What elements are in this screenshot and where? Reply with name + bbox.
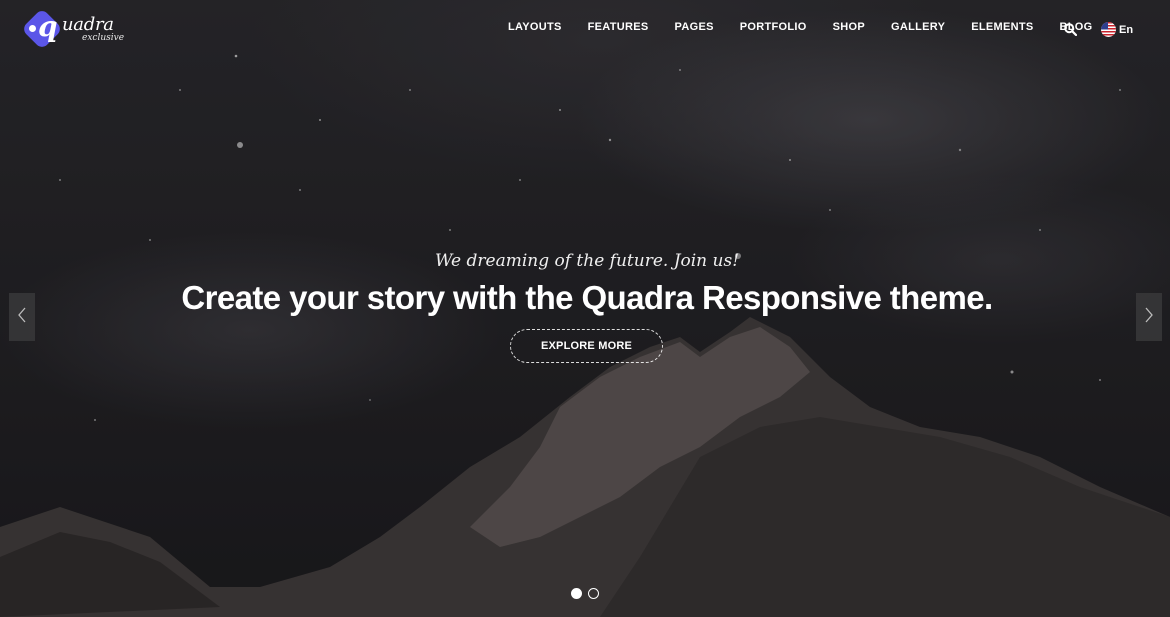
nav-item-gallery[interactable]: GALLERY xyxy=(891,21,945,33)
logo-wordmark: uadra xyxy=(62,14,114,35)
slider-prev-button[interactable] xyxy=(9,293,35,341)
nav-item-pages[interactable]: PAGES xyxy=(675,21,714,33)
explore-more-button[interactable]: EXPLORE MORE xyxy=(510,329,663,363)
site-header: q uadra exclusive LAYOUTS FEATURES PAGES… xyxy=(0,0,1170,58)
logo-letter: q xyxy=(38,10,58,43)
nav-item-layouts[interactable]: LAYOUTS xyxy=(508,21,562,33)
hero-tagline: We dreaming of the future. Join us! xyxy=(434,251,740,271)
slider-next-button[interactable] xyxy=(1136,293,1162,341)
nav-item-shop[interactable]: SHOP xyxy=(833,21,865,33)
chevron-right-icon xyxy=(1144,307,1154,328)
nav-item-features[interactable]: FEATURES xyxy=(588,21,649,33)
nav-item-portfolio[interactable]: PORTFOLIO xyxy=(740,21,807,33)
language-label: En xyxy=(1119,23,1134,36)
main-nav: LAYOUTS FEATURES PAGES PORTFOLIO SHOP GA… xyxy=(508,21,1119,33)
language-switcher[interactable]: En xyxy=(1101,22,1133,37)
slider-dot-1[interactable] xyxy=(571,588,582,599)
logo-subtitle: exclusive xyxy=(82,33,125,43)
nav-item-elements[interactable]: ELEMENTS xyxy=(971,21,1033,33)
brand-logo[interactable]: q uadra exclusive xyxy=(21,8,125,50)
chevron-left-icon xyxy=(17,307,27,328)
slider-pagination xyxy=(571,588,605,599)
us-flag-icon xyxy=(1101,22,1116,37)
logo-dot xyxy=(29,25,36,32)
search-icon[interactable] xyxy=(1064,23,1078,37)
slider-dot-2[interactable] xyxy=(588,588,599,599)
hero-headline: Create your story with the Quadra Respon… xyxy=(181,279,993,316)
